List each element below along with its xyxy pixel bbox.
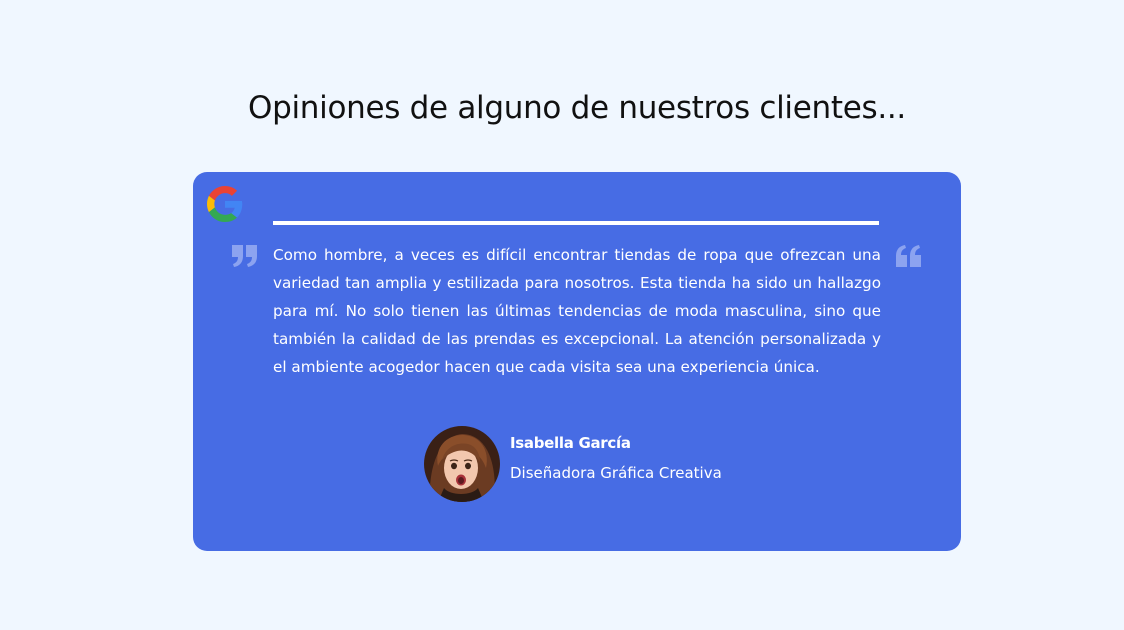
testimonial-card: Como hombre, a veces es difícil encontra… <box>193 172 961 551</box>
author-name: Isabella García <box>510 434 631 452</box>
avatar <box>424 426 500 502</box>
section-title: Opiniones de alguno de nuestros clientes… <box>248 90 906 126</box>
author-info: Isabella García Diseñadora Gráfica Creat… <box>510 430 722 488</box>
quote-close-icon <box>896 245 921 267</box>
review-text: Como hombre, a veces es difícil encontra… <box>273 246 881 376</box>
google-icon <box>207 186 243 222</box>
author-role: Diseñadora Gráfica Creativa <box>510 464 722 482</box>
quote-open-icon <box>232 245 257 267</box>
divider <box>273 221 879 225</box>
author-block: Isabella García Diseñadora Gráfica Creat… <box>424 426 722 502</box>
